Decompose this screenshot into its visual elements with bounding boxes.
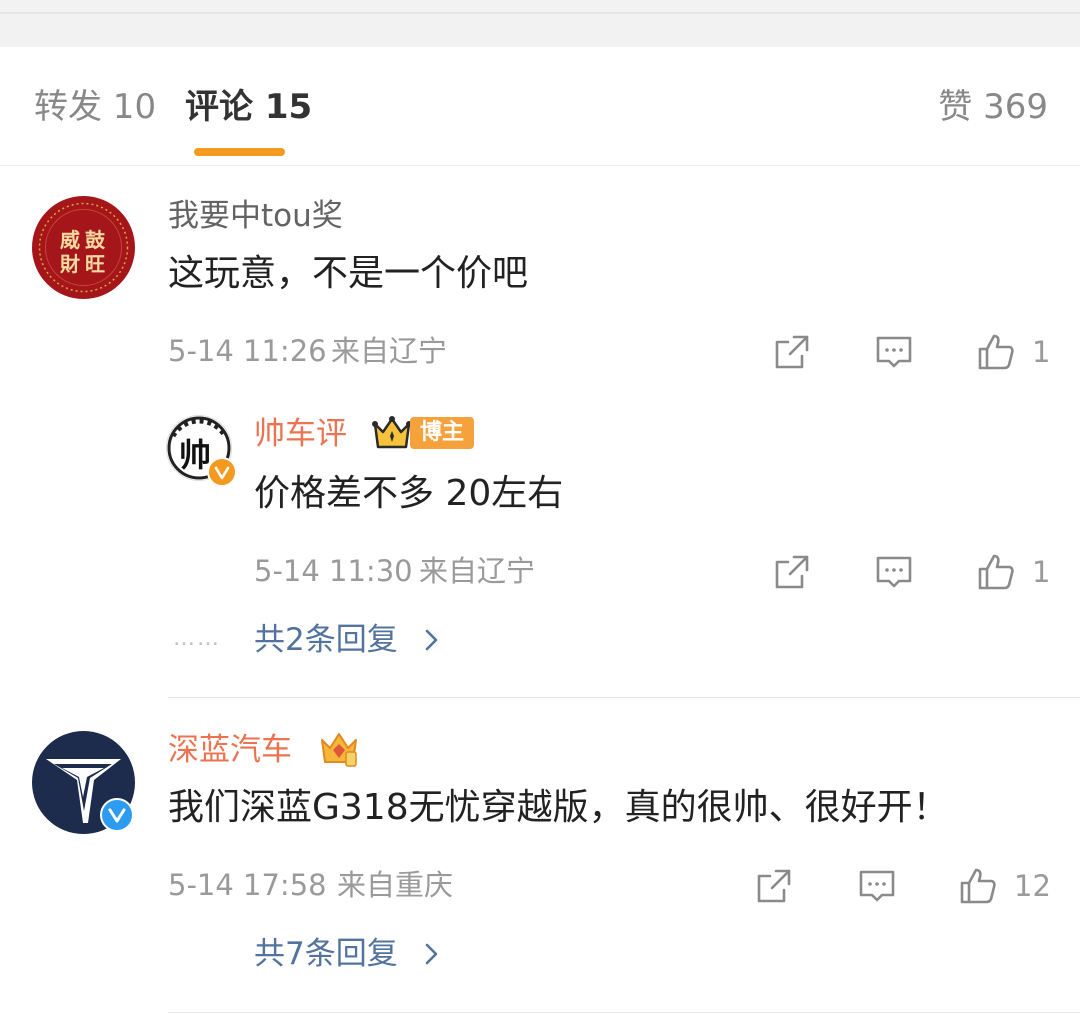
view-replies-link[interactable]: 共2条回复: [254, 621, 442, 659]
active-tab-indicator: [194, 148, 285, 156]
comment-time: 5-14 11:26: [168, 334, 327, 368]
comment-location: 来自重庆: [337, 868, 454, 902]
view-replies-label: 共7条回复: [254, 936, 398, 972]
reply-time: 5-14 11:30: [254, 554, 413, 588]
tab-comments[interactable]: 评论 15: [185, 87, 312, 127]
avatar-glyph: 旺: [85, 252, 105, 276]
reply-location: 来自辽宁: [419, 554, 536, 588]
view-replies-link[interactable]: 共7条回复: [254, 935, 442, 973]
thumbs-up-icon[interactable]: [976, 552, 1016, 592]
ellipsis: ……: [173, 626, 221, 651]
reply-username[interactable]: 帅车评: [254, 415, 347, 453]
avatar-glyph: 財: [60, 252, 80, 276]
crown-icon: [318, 728, 360, 768]
comment-text: 这玩意，不是一个价吧: [168, 253, 529, 294]
chevron-right-icon: [425, 943, 437, 965]
top-divider: [0, 12, 1080, 14]
verified-icon: [100, 798, 134, 832]
thumbs-up-icon[interactable]: [958, 866, 998, 906]
tab-likes[interactable]: 赞 369: [938, 87, 1048, 127]
reply-text: 价格差不多 20左右: [254, 473, 564, 514]
like-count: 12: [1014, 869, 1051, 903]
comment-location: 来自辽宁: [331, 334, 448, 368]
comment-username[interactable]: 我要中tou奖: [168, 197, 343, 235]
blogger-badge: 博主: [410, 417, 475, 449]
share-icon[interactable]: [754, 866, 794, 906]
comment-icon[interactable]: [874, 552, 914, 592]
like-count: 1: [1032, 555, 1051, 589]
comment-icon[interactable]: [857, 866, 897, 906]
avatar[interactable]: 威 鼓 財 旺: [32, 196, 135, 299]
comment-time: 5-14 17:58: [168, 868, 327, 902]
comment-username[interactable]: 深蓝汽车: [168, 731, 292, 769]
comment-text: 我们深蓝G318无忧穿越版，真的很帅、很好开！: [168, 787, 949, 828]
share-icon[interactable]: [772, 552, 812, 592]
comment-divider: [168, 697, 1080, 698]
comment-icon[interactable]: [874, 332, 914, 372]
thumbs-up-icon[interactable]: [976, 332, 1016, 372]
verified-icon: [207, 457, 237, 487]
like-count: 1: [1032, 335, 1051, 369]
view-replies-label: 共2条回复: [254, 622, 398, 658]
comment-divider: [168, 1012, 1080, 1013]
tab-bar: 转发 10 评论 15 赞 369: [0, 47, 1080, 166]
share-icon[interactable]: [772, 332, 812, 372]
tab-reposts[interactable]: 转发 10: [34, 87, 156, 127]
top-separator-band: [0, 0, 1080, 47]
crown-icon: [372, 414, 412, 452]
chevron-right-icon: [425, 629, 437, 651]
